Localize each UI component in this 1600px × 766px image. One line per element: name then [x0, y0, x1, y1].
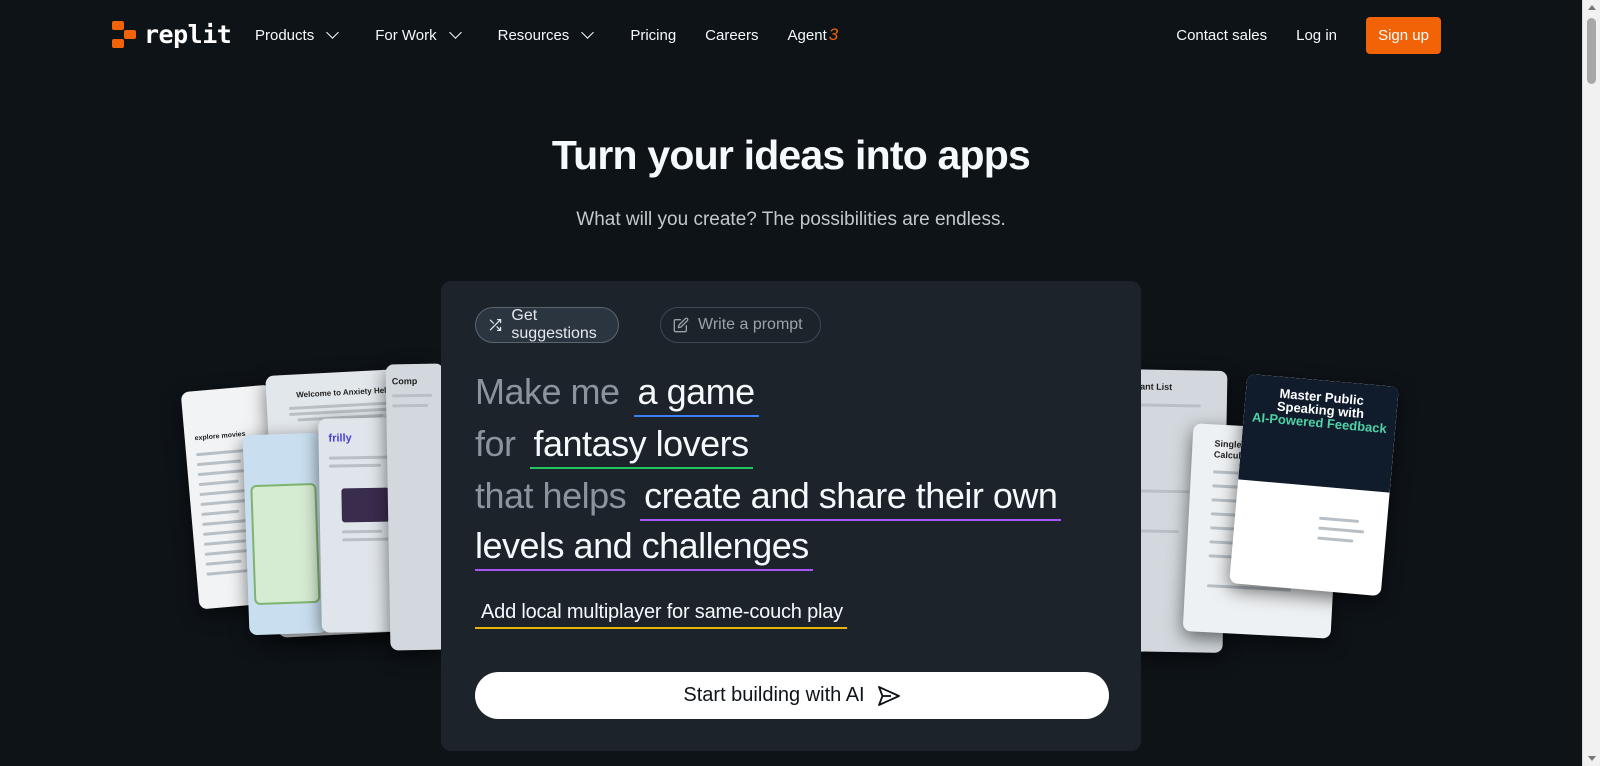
nav-pricing[interactable]: Pricing	[630, 27, 676, 44]
chevron-down-icon	[581, 26, 595, 39]
scrollbar-thumb[interactable]	[1587, 18, 1596, 84]
signup-button[interactable]: Sign up	[1366, 17, 1441, 54]
replit-logo[interactable]: replit	[112, 20, 232, 49]
chevron-down-icon	[448, 26, 462, 39]
prompt-line-4: levels and challenges	[475, 525, 813, 571]
nav-careers[interactable]: Careers	[705, 27, 758, 44]
nav-agent[interactable]: Agent 3	[788, 25, 839, 45]
prompt-audience[interactable]: fantasy lovers	[529, 423, 753, 469]
nav-menu: Products For Work Resources Pricing Care…	[255, 0, 867, 70]
prompt-app-type[interactable]: a game	[633, 371, 759, 417]
prompt-purpose[interactable]: create and share their own	[640, 475, 1062, 521]
prompt-line-1: Make me a game	[475, 371, 759, 417]
write-prompt-tab[interactable]: Write a prompt	[660, 307, 821, 343]
page-scrollbar[interactable]	[1582, 0, 1600, 766]
hero-title: Turn your ideas into apps	[551, 132, 1031, 178]
send-icon	[877, 685, 900, 706]
nav-products[interactable]: Products	[255, 26, 340, 44]
nav-resources-label: Resources	[497, 26, 570, 44]
scroll-up-arrow-icon[interactable]	[1588, 5, 1596, 10]
preview-card-header: explore movies	[194, 430, 246, 443]
get-suggestions-tab[interactable]: Get suggestions	[475, 307, 619, 343]
start-building-button[interactable]: Start building with AI	[475, 672, 1109, 719]
write-prompt-label: Write a prompt	[698, 316, 803, 333]
prompt-prefix: Make me	[475, 371, 620, 412]
prompt-prefix: that helps	[475, 475, 627, 516]
nav-agent-label: Agent	[787, 26, 827, 44]
prompt-purpose-continued[interactable]: levels and challenges	[475, 525, 813, 571]
preview-card-header: frilly	[328, 432, 352, 445]
nav-careers-label: Careers	[705, 26, 759, 44]
start-building-label: Start building with AI	[683, 684, 865, 706]
prompt-panel: Get suggestions Write a prompt Make me a…	[441, 281, 1141, 751]
preview-card-banner: Master Public Speaking with AI-Powered F…	[1238, 373, 1399, 493]
preview-card-header: Comp	[391, 375, 418, 387]
nav-products-label: Products	[255, 26, 315, 44]
prompt-prefix: for	[475, 423, 516, 464]
preview-card-pokemon	[242, 432, 328, 636]
scroll-down-arrow-icon[interactable]	[1588, 756, 1596, 761]
preview-card-comp: Comp	[385, 363, 449, 651]
preview-card-inner	[250, 482, 321, 606]
nav-for-work[interactable]: For Work	[375, 26, 462, 44]
prompt-feature-suggestion[interactable]: Add local multiplayer for same-couch pla…	[475, 601, 847, 629]
login-link[interactable]: Log in	[1296, 27, 1337, 44]
preview-card-header: Welcome to Anxiety Helper	[296, 385, 400, 400]
top-navigation: replit Products For Work Resources Prici…	[0, 0, 1582, 72]
nav-resources[interactable]: Resources	[497, 26, 595, 44]
replit-logo-icon	[112, 20, 136, 49]
preview-thumbnail	[341, 487, 390, 523]
preview-card-public-speaking: Master Public Speaking with AI-Powered F…	[1229, 373, 1399, 597]
prompt-line-3: that helps create and share their own	[475, 475, 1062, 521]
chevron-down-icon	[326, 26, 340, 39]
nav-for-work-label: For Work	[375, 26, 437, 44]
agent-version-badge: 3	[828, 25, 839, 44]
logo-text: replit	[144, 20, 232, 49]
nav-pricing-label: Pricing	[630, 26, 677, 44]
hero-subtitle: What will you create? The possibilities …	[576, 209, 1006, 230]
nav-actions: Contact sales Log in Sign up	[1176, 17, 1441, 54]
edit-icon	[673, 317, 689, 333]
contact-sales-link[interactable]: Contact sales	[1176, 27, 1267, 44]
prompt-line-2: for fantasy lovers	[475, 423, 753, 469]
get-suggestions-label: Get suggestions	[511, 307, 597, 342]
shuffle-icon	[489, 318, 502, 332]
